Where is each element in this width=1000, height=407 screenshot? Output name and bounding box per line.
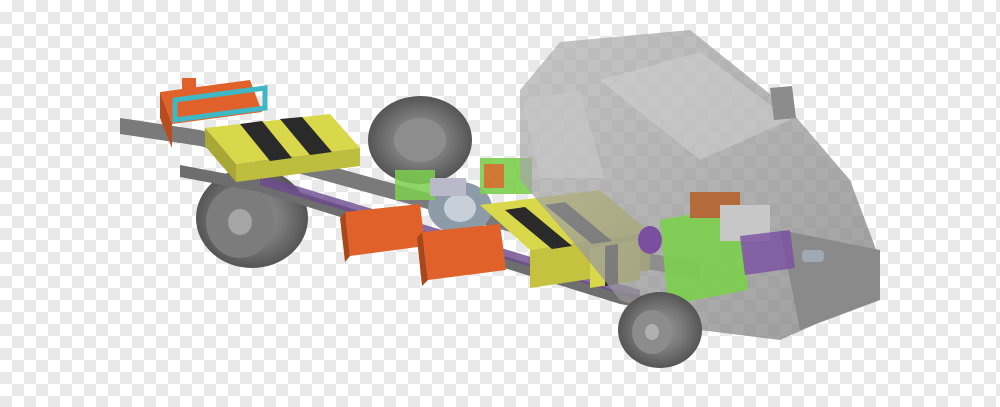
orange-inverter-right [417,224,506,286]
truck-chassis-render [120,30,880,368]
image-canvas [0,0,1000,407]
orange-inverter-left [340,204,425,262]
front-wheel [618,292,702,368]
